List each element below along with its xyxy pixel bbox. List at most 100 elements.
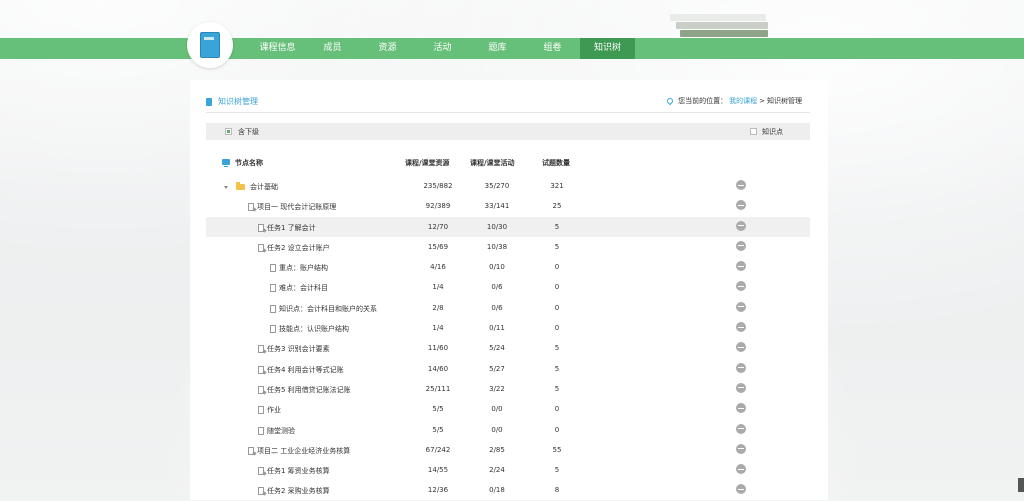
- nav-menu: 课程信息 成员 资源 活动 题库 组卷 知识树: [250, 38, 635, 59]
- include-sub-label: 含下级: [238, 128, 259, 136]
- resources-cell: 4/16: [430, 263, 446, 272]
- question-count-cell: 5: [554, 222, 560, 231]
- remove-icon[interactable]: [736, 382, 746, 393]
- remove-icon[interactable]: [736, 362, 746, 373]
- table-row[interactable]: 难点：会计科目 1/4 0/6 0: [206, 277, 810, 297]
- remove-icon[interactable]: [736, 484, 746, 495]
- table-row[interactable]: 任务4 利用会计等式记账 14/60 5/27 5: [206, 359, 810, 379]
- file-edit-icon: [258, 243, 264, 252]
- file-icon: [270, 304, 276, 313]
- node-name-cell: 任务3 识别会计要素: [258, 344, 330, 354]
- remove-icon[interactable]: [736, 220, 746, 231]
- node-name[interactable]: 随堂测验: [267, 426, 295, 436]
- include-sub-checkbox[interactable]: [225, 128, 232, 135]
- node-name[interactable]: 任务2 设立会计账户: [267, 243, 330, 253]
- table-row[interactable]: 项目二 工业企业经济业务核算 67/242 2/85 55: [206, 440, 810, 460]
- table-row[interactable]: 任务1 了解会计 12/70 10/30 5: [206, 216, 810, 237]
- node-name[interactable]: 任务1 了解会计: [267, 223, 316, 233]
- resources-cell: 67/242: [425, 445, 451, 454]
- question-count-cell: 5: [554, 344, 560, 353]
- question-count-cell: 0: [554, 263, 560, 272]
- nav-item-4[interactable]: 题库: [470, 38, 525, 59]
- table-row[interactable]: 项目一 现代会计记账原理 92/389 33/141 25: [206, 196, 810, 216]
- node-name[interactable]: 任务1 筹资业务核算: [267, 466, 330, 476]
- resources-cell: 2/8: [432, 303, 444, 312]
- table-row[interactable]: 任务2 设立会计账户 15/69 10/38 5: [206, 237, 810, 257]
- nav-item-1[interactable]: 成员: [305, 38, 360, 59]
- question-count-cell: 5: [554, 242, 560, 251]
- table-row[interactable]: 作业 5/5 0/0 0: [206, 399, 810, 419]
- remove-icon[interactable]: [736, 261, 746, 272]
- nav-item-0[interactable]: 课程信息: [250, 38, 305, 59]
- question-count-cell: 5: [554, 364, 560, 373]
- breadcrumb: 您当前的位置： 我的课程 > 知识树管理: [665, 96, 802, 106]
- table-row[interactable]: 技能点：认识账户结构 1/4 0/11 0: [206, 318, 810, 338]
- resources-cell: 1/4: [432, 324, 444, 333]
- node-name-cell: 项目一 现代会计记账原理: [248, 202, 336, 212]
- node-name[interactable]: 作业: [267, 405, 281, 415]
- file-edit-icon: [248, 446, 254, 455]
- nav-item-5[interactable]: 组卷: [525, 38, 580, 59]
- resources-cell: 11/60: [427, 344, 449, 353]
- activities-cell: 0/6: [491, 303, 503, 312]
- table-row[interactable]: 任务3 识别会计要素 11/60 5/24 5: [206, 338, 810, 358]
- question-count-cell: 25: [552, 202, 562, 211]
- activities-cell: 0/6: [491, 283, 503, 292]
- scrollbar[interactable]: [1018, 478, 1024, 492]
- remove-icon[interactable]: [736, 464, 746, 475]
- table-row[interactable]: 重点：账户结构 4/16 0/10 0: [206, 257, 810, 277]
- node-name[interactable]: 项目一 现代会计记账原理: [257, 202, 336, 212]
- node-name[interactable]: 技能点：认识账户结构: [279, 324, 349, 334]
- header-question-count: 试题数量: [542, 159, 570, 167]
- file-icon: [270, 264, 276, 273]
- breadcrumb-link-my-courses[interactable]: 我的课程: [729, 96, 757, 106]
- node-name[interactable]: 难点：会计科目: [279, 283, 328, 293]
- node-name-cell: 随堂测验: [258, 426, 295, 436]
- table-header: 节点名称 课程/课堂资源 课程/课堂活动 试题数量: [206, 158, 810, 172]
- activities-cell: 0/10: [489, 263, 505, 272]
- resources-cell: 25/111: [425, 384, 451, 393]
- remove-icon[interactable]: [736, 443, 746, 454]
- table-row[interactable]: 任务2 采购业务核算 12/36 0/18 8: [206, 480, 810, 500]
- question-count-cell: 0: [554, 303, 560, 312]
- question-count-cell: 0: [554, 425, 560, 434]
- node-name[interactable]: 知识点：会计科目和账户的关系: [279, 304, 377, 314]
- node-name[interactable]: 任务4 利用会计等式记账: [267, 365, 344, 375]
- remove-icon[interactable]: [736, 240, 746, 251]
- table-row[interactable]: 任务1 筹资业务核算 14/55 2/24 5: [206, 460, 810, 480]
- knowledge-point-label: 知识点: [762, 128, 783, 136]
- knowledge-point-checkbox[interactable]: [750, 128, 757, 135]
- file-edit-icon: [258, 223, 264, 232]
- node-name[interactable]: 任务3 识别会计要素: [267, 344, 330, 354]
- course-logo[interactable]: [187, 22, 233, 68]
- remove-icon[interactable]: [736, 180, 746, 190]
- remove-icon[interactable]: [736, 281, 746, 292]
- node-name-cell: 难点：会计科目: [270, 283, 328, 293]
- node-name[interactable]: 任务5 利用借贷记账法记账: [267, 385, 351, 395]
- expand-arrow-icon[interactable]: [224, 185, 228, 189]
- remove-icon[interactable]: [736, 200, 746, 211]
- table-row[interactable]: 随堂测验 5/5 0/0 0: [206, 420, 810, 440]
- node-name[interactable]: 重点：账户结构: [279, 263, 328, 273]
- table-row[interactable]: 会计基础 235/882 35/270 321: [206, 176, 810, 196]
- remove-icon[interactable]: [736, 423, 746, 434]
- remove-icon[interactable]: [736, 342, 746, 353]
- remove-icon[interactable]: [736, 322, 746, 333]
- main-card: 知识树管理 您当前的位置： 我的课程 > 知识树管理 含下级 知识点 节点名称 …: [190, 80, 828, 500]
- remove-icon[interactable]: [736, 301, 746, 312]
- nav-item-3[interactable]: 活动: [415, 38, 470, 59]
- monitor-icon: [222, 159, 230, 167]
- question-count-cell: 55: [552, 445, 562, 454]
- node-name[interactable]: 任务2 采购业务核算: [267, 486, 330, 496]
- node-name[interactable]: 会计基础: [250, 182, 278, 192]
- header-resources: 课程/课堂资源: [405, 159, 450, 167]
- table-row[interactable]: 任务5 利用借贷记账法记账 25/111 3/22 5: [206, 379, 810, 399]
- nav-item-6[interactable]: 知识树: [580, 38, 635, 59]
- remove-icon[interactable]: [736, 403, 746, 414]
- nav-item-2[interactable]: 资源: [360, 38, 415, 59]
- file-edit-icon: [258, 385, 264, 394]
- node-name[interactable]: 项目二 工业企业经济业务核算: [257, 446, 350, 456]
- table-row[interactable]: 知识点：会计科目和账户的关系 2/8 0/6 0: [206, 298, 810, 318]
- resources-cell: 5/5: [432, 405, 444, 414]
- resources-cell: 14/60: [427, 364, 449, 373]
